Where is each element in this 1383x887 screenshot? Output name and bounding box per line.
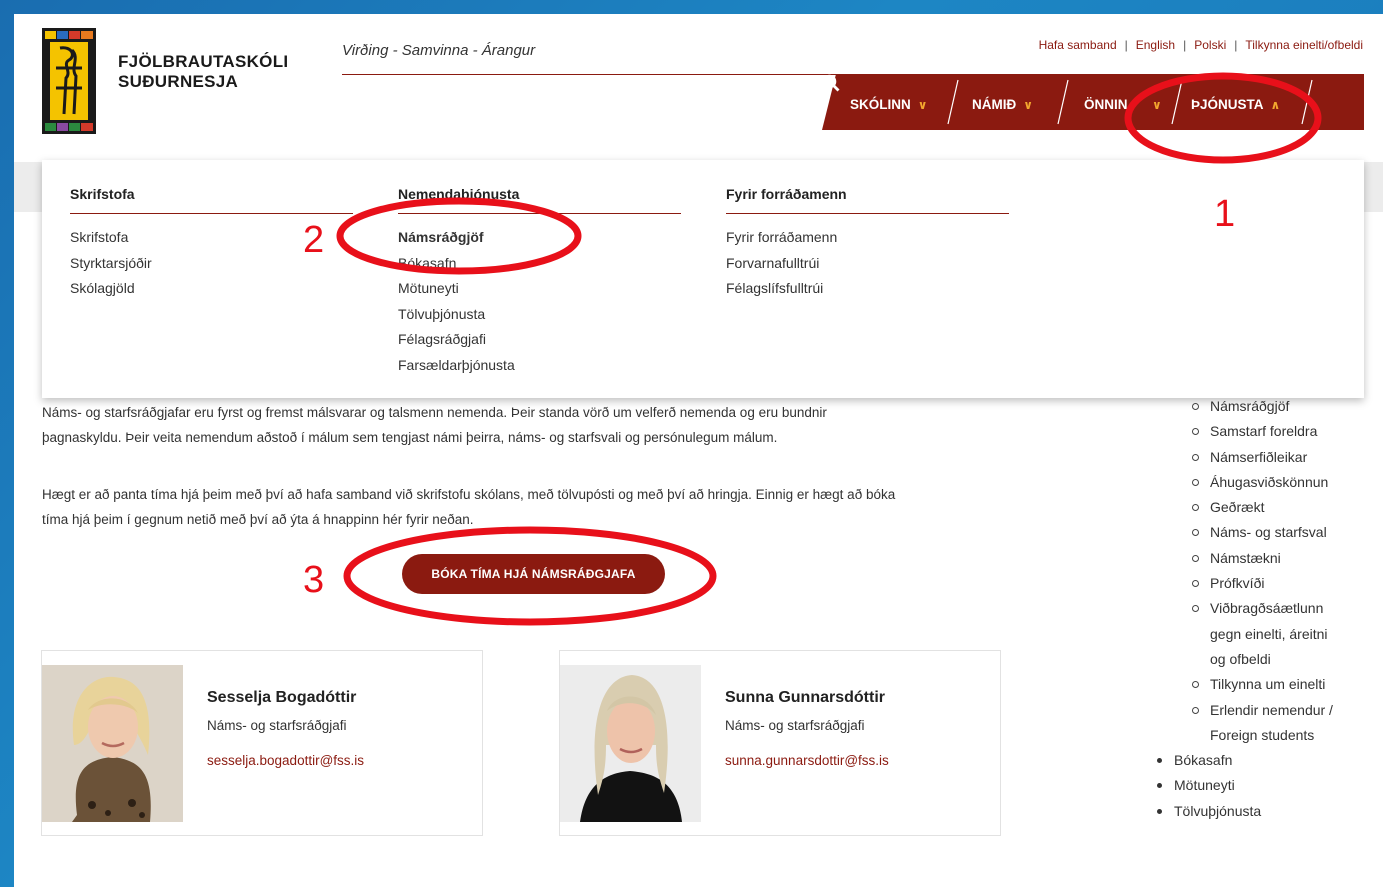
book-counsellor-button[interactable]: BÓKA TÍMA HJÁ NÁMSRÁÐGJAFA: [402, 554, 665, 594]
nav-skolinn-label: SKÓLINN: [850, 97, 911, 112]
sidebar-sub-item[interactable]: Tilkynna um einelti: [1154, 672, 1383, 697]
nav-onnin-chevron[interactable]: ∨: [1145, 74, 1162, 130]
separator: |: [1234, 38, 1238, 52]
staff-role: Náms- og starfsráðgjafi: [207, 718, 347, 733]
paragraph-line: þagnaskyldu. Þeir veita nemendum aðstoð …: [42, 430, 778, 445]
school-name-line2: SUÐURNESJA: [118, 72, 239, 91]
staff-photo: [560, 665, 701, 822]
search-icon[interactable]: [822, 74, 840, 92]
page: FJÖLBRAUTASKÓLI SUÐURNESJA Virðing - Sam…: [14, 14, 1383, 887]
nav-namid-label: NÁMIÐ: [972, 97, 1017, 112]
menu-item[interactable]: Bókasafn: [398, 251, 681, 277]
sidebar-sub-item[interactable]: Áhugasviðskönnun: [1154, 470, 1383, 495]
menu-item[interactable]: Mötuneyti: [398, 276, 681, 302]
menu-item[interactable]: Forvarnafulltrúi: [726, 251, 1009, 277]
nav-skolinn[interactable]: SKÓLINN ∨: [850, 74, 928, 130]
nav-thjonusta[interactable]: ÞJÓNUSTA ∧: [1191, 74, 1280, 130]
chevron-down-icon: ∨: [917, 98, 928, 112]
school-name[interactable]: FJÖLBRAUTASKÓLI SUÐURNESJA: [118, 52, 288, 92]
link-english[interactable]: English: [1136, 38, 1175, 52]
staff-card: Sesselja Bogadóttir Náms- og starfsráðgj…: [41, 650, 483, 836]
staff-email-link[interactable]: sunna.gunnarsdottir@fss.is: [725, 753, 889, 768]
menu-item[interactable]: Farsældarþjónusta: [398, 353, 681, 379]
staff-name: Sunna Gunnarsdóttir: [725, 689, 885, 706]
sidebar-sub-item[interactable]: Geðrækt: [1154, 495, 1383, 520]
staff-name: Sesselja Bogadóttir: [207, 689, 357, 706]
sidebar-sub-item-response-plan[interactable]: Viðbragðsáætlunn gegn einelti, áreitni o…: [1154, 596, 1383, 672]
staff-email-link[interactable]: sesselja.bogadottir@fss.is: [207, 753, 364, 768]
annotation-number-3: 3: [303, 559, 325, 601]
menu-heading-office[interactable]: Skrifstofa: [70, 186, 353, 214]
chevron-down-icon: ∨: [1023, 98, 1033, 112]
sidebar-sub-item-foreign-students[interactable]: Erlendir nemendur / Foreign students: [1154, 698, 1383, 749]
staff-card: Sunna Gunnarsdóttir Náms- og starfsráðgj…: [559, 650, 1001, 836]
annotation-number-2: 2: [303, 219, 325, 261]
link-polish[interactable]: Polski: [1194, 38, 1226, 52]
sidebar-sub-item-line: og ofbeldi: [1210, 650, 1271, 667]
menu-item[interactable]: Tölvuþjónusta: [398, 302, 681, 328]
sidebar-sub-item-line: gegn einelti, áreitni: [1210, 625, 1328, 642]
link-contact[interactable]: Hafa samband: [1039, 38, 1117, 52]
paragraph-line: Náms- og starfsráðgjafar eru fyrst og fr…: [42, 405, 827, 420]
school-name-line1: FJÖLBRAUTASKÓLI: [118, 52, 289, 71]
sidebar-item[interactable]: Tölvuþjónusta: [1154, 799, 1383, 824]
sidebar-sub-item-line: Viðbragðsáætlunn: [1154, 596, 1383, 621]
sidebar-sub-item[interactable]: Námserfiðleikar: [1154, 445, 1383, 470]
school-motto: Virðing - Samvinna - Árangur: [342, 42, 536, 59]
menu-item[interactable]: Fyrir forráðamenn: [726, 225, 1009, 251]
sidebar-sub-item[interactable]: Prófkvíði: [1154, 571, 1383, 596]
staff-role: Náms- og starfsráðgjafi: [725, 718, 865, 733]
school-logo[interactable]: [42, 28, 96, 134]
menu-item[interactable]: Félagsráðgjafi: [398, 327, 681, 353]
link-report-bullying[interactable]: Tilkynna einelti/ofbeldi: [1245, 38, 1363, 52]
menu-item[interactable]: Skólagjöld: [70, 276, 353, 302]
booking-paragraph: Hægt er að panta tíma hjá þeim með því a…: [42, 482, 1042, 532]
sidebar-sub-item-line: Erlendir nemendur /: [1154, 698, 1383, 723]
separator: |: [1124, 38, 1128, 52]
paragraph-line: Hægt er að panta tíma hjá þeim með því a…: [42, 487, 896, 502]
top-links: Hafa samband | English | Polski | Tilkynna ein…: [1039, 38, 1363, 52]
dropdown-mega-menu: Skrifstofa Skrifstofa Styrktarsjóðir Skó…: [42, 160, 1364, 398]
main-nav: SKÓLINN ∨ NÁMIÐ ∨ ÖNNIN ∨ ÞJÓNUSTA ∧: [822, 74, 1364, 130]
nav-namid[interactable]: NÁMIÐ ∨: [972, 74, 1033, 130]
sidebar-sub-item[interactable]: Náms- og starfsval: [1154, 520, 1383, 545]
annotation-number-1: 1: [1214, 193, 1236, 235]
sidebar-item[interactable]: Mötuneyti: [1154, 773, 1383, 798]
nav-onnin-label: ÖNNIN: [1084, 97, 1128, 112]
staff-photo: [42, 665, 183, 822]
chevron-up-icon: ∧: [1270, 98, 1281, 112]
sidebar-sub-item[interactable]: Námsráðgjöf: [1154, 394, 1383, 419]
chevron-down-icon: ∨: [1152, 98, 1162, 112]
sidebar-nav: Námsráðgjöf Samstarf foreldra Námserfiðl…: [1154, 394, 1383, 824]
menu-item-counselling[interactable]: Námsráðgjöf: [398, 225, 681, 251]
sidebar-sub-item[interactable]: Samstarf foreldra: [1154, 419, 1383, 444]
menu-column-student-services: Nemendaþjónusta Námsráðgjöf Bókasafn Möt…: [398, 186, 681, 378]
paragraph-line: tíma hjá þeim í gegnum netið með því að …: [42, 512, 474, 527]
menu-heading-student-services[interactable]: Nemendaþjónusta: [398, 186, 681, 214]
menu-heading-guardians[interactable]: Fyrir forráðamenn: [726, 186, 1009, 214]
menu-column-guardians: Fyrir forráðamenn Fyrir forráðamenn Forv…: [726, 186, 1009, 302]
menu-item[interactable]: Félagslífsfulltrúi: [726, 276, 1009, 302]
sidebar-sub-item[interactable]: Námstækni: [1154, 546, 1383, 571]
sidebar-item[interactable]: Bókasafn: [1154, 748, 1383, 773]
nav-thjonusta-label: ÞJÓNUSTA: [1191, 97, 1264, 112]
sidebar-sub-item-line: Foreign students: [1210, 726, 1315, 743]
intro-paragraph: Náms- og starfsráðgjafar eru fyrst og fr…: [42, 400, 1042, 450]
separator: |: [1183, 38, 1187, 52]
